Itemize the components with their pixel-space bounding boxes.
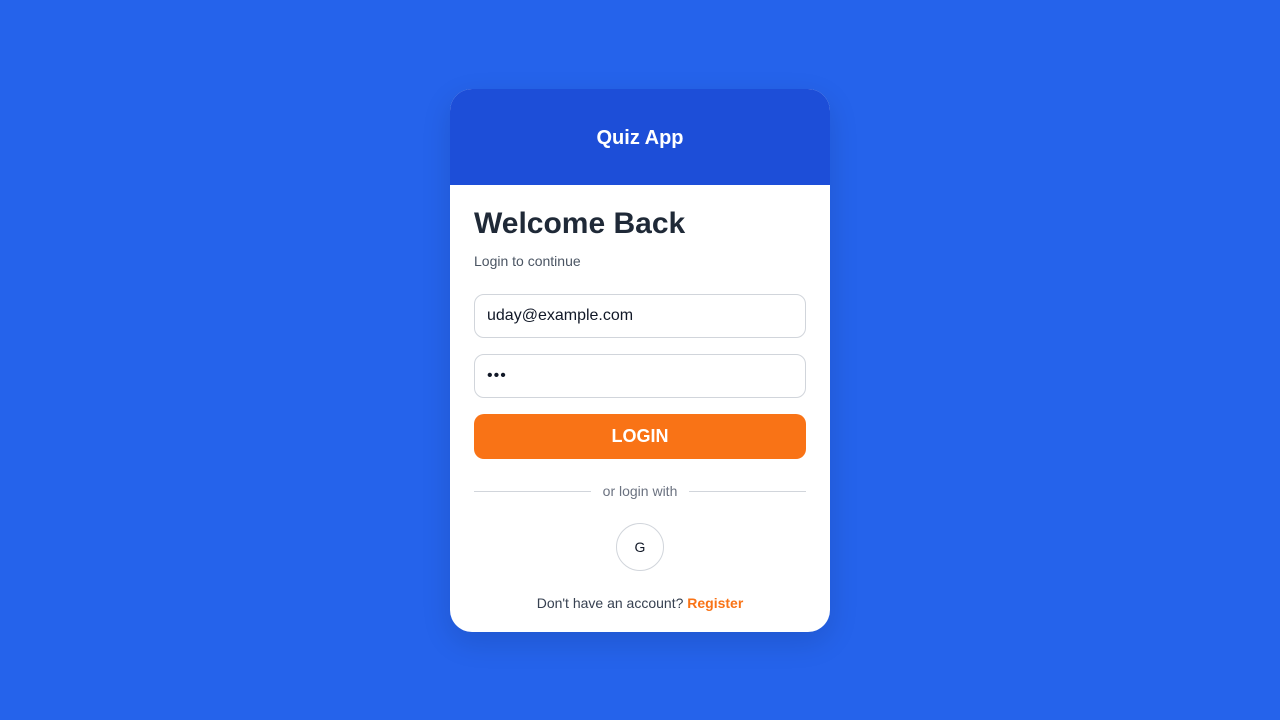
page-title: Welcome Back [474, 207, 686, 240]
page-subtitle: Login to continue [474, 253, 581, 269]
login-card: Quiz App Welcome Back Login to continue … [450, 89, 830, 632]
divider: or login with [474, 483, 807, 499]
no-account-text: Don't have an account? [536, 595, 684, 611]
login-button[interactable]: LOGIN [474, 414, 806, 459]
login-form: Welcome Back Login to continue LOGIN or … [450, 185, 830, 611]
card-header: Quiz App [450, 89, 830, 185]
google-login-button[interactable]: G [616, 523, 664, 571]
password-input[interactable] [474, 354, 806, 398]
divider-line-right [689, 490, 807, 492]
register-prompt: Don't have an account? Register [474, 595, 806, 611]
divider-text: or login with [602, 483, 678, 499]
app-title: Quiz App [596, 126, 684, 149]
register-link[interactable]: Register [687, 595, 743, 611]
divider-line-left [474, 490, 591, 492]
social-login: G [474, 523, 806, 571]
email-input[interactable] [474, 294, 806, 338]
